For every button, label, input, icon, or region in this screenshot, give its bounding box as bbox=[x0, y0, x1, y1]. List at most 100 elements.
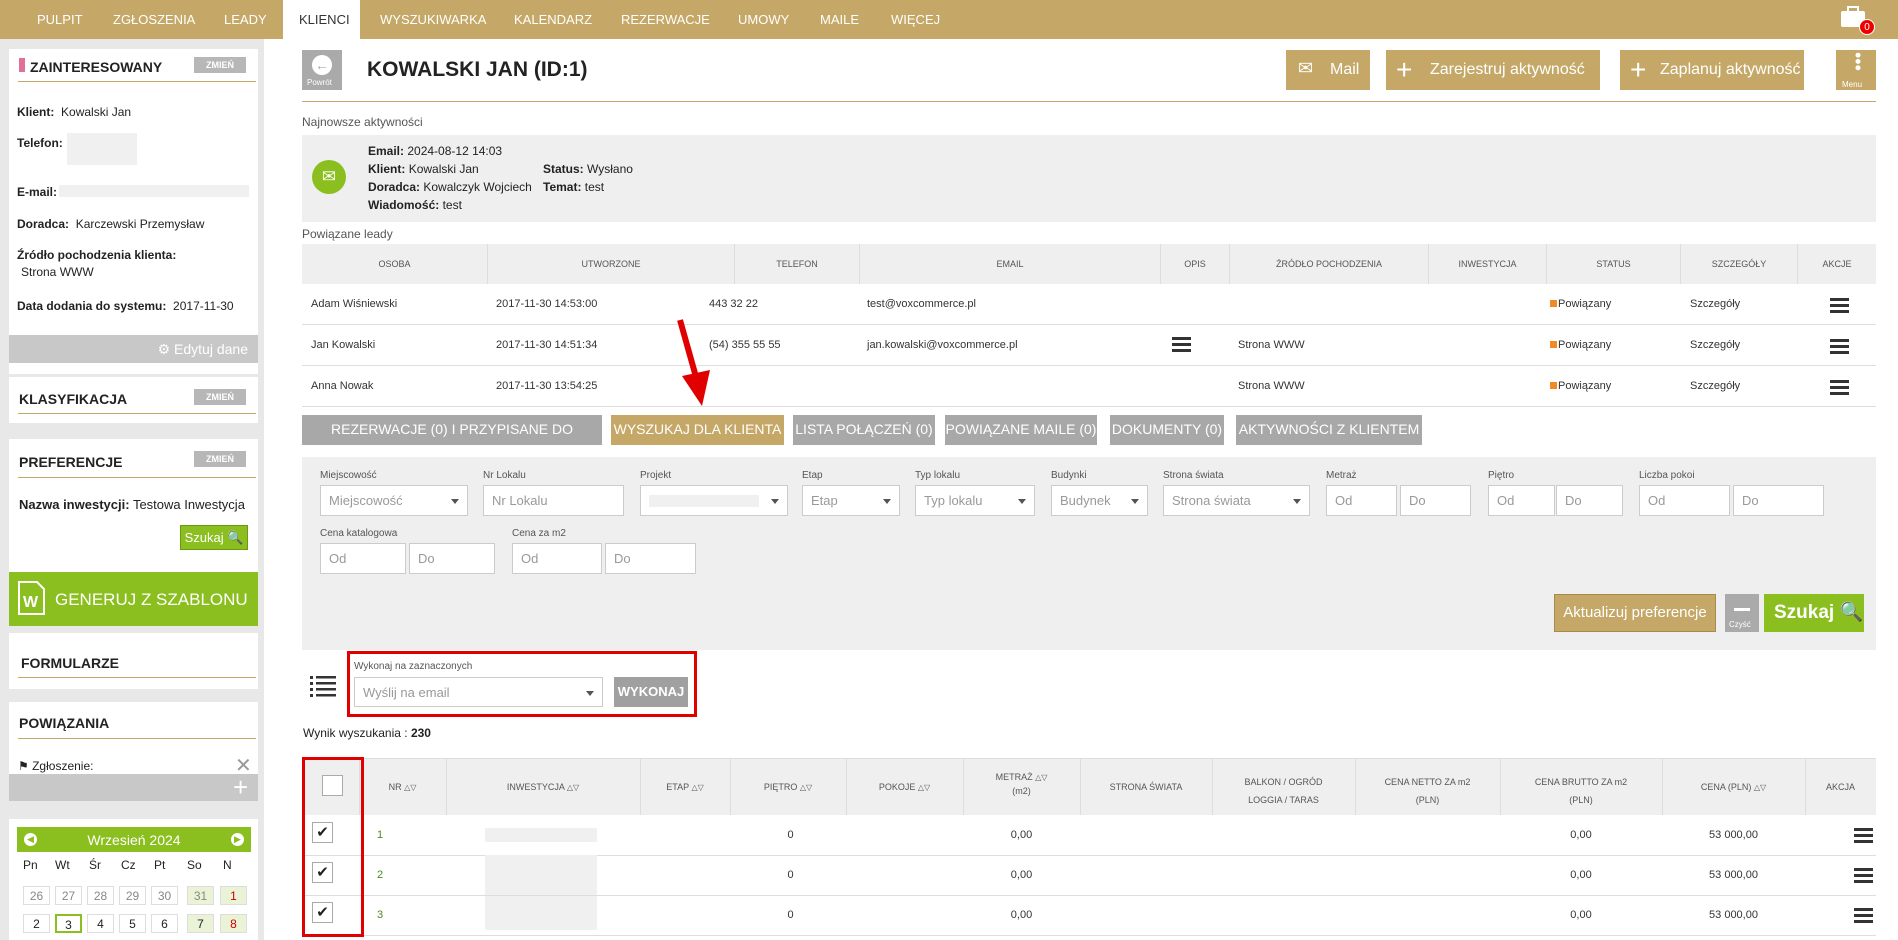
unit-number-input[interactable]: Nr Lokalu bbox=[483, 485, 624, 516]
nav-pulpit[interactable]: PULPIT bbox=[37, 0, 83, 39]
calendar-day[interactable]: 6 bbox=[151, 914, 178, 933]
nav-maile[interactable]: MAILE bbox=[820, 0, 859, 39]
calendar-day[interactable]: 28 bbox=[87, 886, 114, 905]
sort-icon[interactable]: △▽ bbox=[1035, 773, 1047, 782]
change-preferences-button[interactable]: ZMIEŃ bbox=[194, 451, 246, 467]
price-m2-from-input[interactable]: Od bbox=[512, 543, 602, 574]
clear-button[interactable]: Czyść bbox=[1725, 594, 1759, 632]
sort-icon[interactable]: △▽ bbox=[404, 783, 416, 792]
tab-activities[interactable]: AKTYWNOŚCI Z KLIENTEM bbox=[1236, 415, 1422, 445]
calendar-day[interactable]: 7 bbox=[187, 914, 214, 933]
forms-title[interactable]: FORMULARZE bbox=[21, 655, 119, 671]
change-interested-button[interactable]: ZMIEŃ bbox=[194, 57, 246, 73]
chevron-down-icon bbox=[1018, 499, 1026, 504]
nav-kalendarz[interactable]: KALENDARZ bbox=[514, 0, 592, 39]
floor-to-input[interactable]: Do bbox=[1556, 485, 1623, 516]
project-select[interactable] bbox=[640, 485, 788, 516]
calendar-day[interactable]: 30 bbox=[151, 886, 178, 905]
calendar-day[interactable]: 5 bbox=[119, 914, 146, 933]
calendar-day[interactable]: 2 bbox=[23, 914, 50, 933]
result-nr[interactable]: 3 bbox=[377, 909, 383, 921]
change-classification-button[interactable]: ZMIEŃ bbox=[194, 389, 246, 405]
city-select[interactable]: Miejscowość bbox=[320, 485, 468, 516]
catalog-price-to-input[interactable]: Do bbox=[409, 543, 495, 574]
hamburger-icon[interactable] bbox=[1830, 298, 1849, 313]
calendar-day[interactable]: 1 bbox=[220, 886, 247, 905]
mail-button[interactable]: ✉ Mail bbox=[1286, 50, 1370, 90]
tab-reservations[interactable]: REZERWACJE (0) I PRZYPISANE DO KLIENTA bbox=[302, 415, 602, 466]
nav-klienci[interactable]: KLIENCI bbox=[283, 0, 360, 39]
sort-icon[interactable]: △▽ bbox=[918, 783, 930, 792]
calendar-day[interactable]: 26 bbox=[23, 886, 50, 905]
lead-details-link[interactable]: Szczegóły bbox=[1690, 339, 1740, 351]
execute-button[interactable]: WYKONAJ bbox=[614, 677, 688, 707]
col-stage[interactable]: ETAP △▽ bbox=[640, 782, 730, 792]
hamburger-icon[interactable] bbox=[1854, 908, 1873, 923]
area-to-input[interactable]: Do bbox=[1400, 485, 1471, 516]
hamburger-icon[interactable] bbox=[1830, 339, 1849, 354]
lead-details-link[interactable]: Szczegóły bbox=[1690, 298, 1740, 310]
generate-template-button[interactable]: W GENERUJ Z SZABLONU bbox=[9, 572, 258, 626]
sort-icon[interactable]: △▽ bbox=[1754, 783, 1766, 792]
nav-wyszukiwarka[interactable]: WYSZUKIWARKA bbox=[380, 0, 486, 39]
search-button[interactable]: Szukaj 🔍 bbox=[1764, 594, 1864, 632]
building-select[interactable]: Budynek bbox=[1051, 485, 1148, 516]
tab-search-for-client[interactable]: WYSZUKAJ DLA KLIENTA bbox=[611, 415, 784, 445]
sort-icon[interactable]: △▽ bbox=[800, 783, 812, 792]
register-activity-button[interactable]: + Zarejestruj aktywność bbox=[1386, 50, 1600, 90]
hamburger-icon[interactable] bbox=[1854, 868, 1873, 883]
col-price[interactable]: CENA (PLN) △▽ bbox=[1662, 782, 1805, 792]
col-investment[interactable]: INWESTYCJA △▽ bbox=[446, 782, 640, 792]
preferences-search-button[interactable]: Szukaj 🔍 bbox=[180, 525, 248, 550]
nav-leady[interactable]: LEADY bbox=[224, 0, 267, 39]
edit-data-button[interactable]: ⚙ Edytuj dane bbox=[9, 335, 258, 363]
catalog-price-from-input[interactable]: Od bbox=[320, 543, 406, 574]
stage-select[interactable]: Etap bbox=[802, 485, 900, 516]
hamburger-icon[interactable] bbox=[1172, 337, 1191, 352]
plan-activity-button[interactable]: + Zaplanuj aktywność bbox=[1620, 50, 1804, 90]
calendar-day-today[interactable]: 3 bbox=[55, 914, 82, 933]
hamburger-icon[interactable] bbox=[1854, 828, 1873, 843]
rooms-to-input[interactable]: Do bbox=[1733, 485, 1824, 516]
floor-to-placeholder: Do bbox=[1565, 493, 1582, 508]
tab-call-list[interactable]: LISTA POŁĄCZEŃ (0) bbox=[793, 415, 935, 445]
results-label: Wynik wyszukania : bbox=[303, 726, 408, 740]
calendar-day[interactable]: 8 bbox=[220, 914, 247, 933]
next-month-icon[interactable]: ▶ bbox=[231, 833, 244, 846]
lead-details-link[interactable]: Szczegóły bbox=[1690, 380, 1740, 392]
col-floor[interactable]: PIĘTRO △▽ bbox=[730, 782, 846, 792]
col-rooms[interactable]: POKOJE △▽ bbox=[846, 782, 963, 792]
nav-wiecej[interactable]: WIĘCEJ bbox=[891, 0, 940, 39]
calendar-day[interactable]: 27 bbox=[55, 886, 82, 905]
calendar-day[interactable]: 4 bbox=[87, 914, 114, 933]
bulk-action-select[interactable]: Wyślij na email bbox=[354, 677, 603, 707]
tab-related-mails[interactable]: POWIĄZANE MAILE (0) bbox=[945, 415, 1097, 445]
direction-select[interactable]: Strona świata bbox=[1163, 485, 1310, 516]
menu-button[interactable]: ••• Menu bbox=[1836, 50, 1876, 90]
col-nr[interactable]: NR △▽ bbox=[359, 782, 446, 792]
calendar-day[interactable]: 29 bbox=[119, 886, 146, 905]
activity-topic-value: test bbox=[584, 180, 605, 194]
tab-documents[interactable]: DOKUMENTY (0) bbox=[1110, 415, 1224, 445]
minus-icon bbox=[1734, 608, 1750, 611]
calendar-day[interactable]: 31 bbox=[187, 886, 214, 905]
result-nr[interactable]: 2 bbox=[377, 869, 383, 881]
list-icon[interactable] bbox=[310, 675, 336, 697]
nav-zgloszenia[interactable]: ZGŁOSZENIA bbox=[113, 0, 195, 39]
hamburger-icon[interactable] bbox=[1830, 380, 1849, 395]
nav-umowy[interactable]: UMOWY bbox=[738, 0, 789, 39]
results-number: 230 bbox=[410, 726, 431, 740]
type-select[interactable]: Typ lokalu bbox=[915, 485, 1035, 516]
col-area[interactable]: METRAŻ △▽ (m2) bbox=[963, 772, 1080, 800]
result-nr[interactable]: 1 bbox=[377, 829, 383, 841]
update-preferences-button[interactable]: Aktualizuj preferencje bbox=[1554, 594, 1716, 632]
plus-icon[interactable]: + bbox=[233, 774, 248, 801]
sort-icon[interactable]: △▽ bbox=[691, 783, 703, 792]
floor-from-input[interactable]: Od bbox=[1488, 485, 1555, 516]
area-from-input[interactable]: Od bbox=[1326, 485, 1397, 516]
sort-icon[interactable]: △▽ bbox=[567, 783, 579, 792]
back-button[interactable]: ← Powrót bbox=[302, 50, 342, 90]
price-m2-to-input[interactable]: Do bbox=[605, 543, 696, 574]
nav-rezerwacje[interactable]: REZERWACJE bbox=[621, 0, 710, 39]
rooms-from-input[interactable]: Od bbox=[1639, 485, 1730, 516]
